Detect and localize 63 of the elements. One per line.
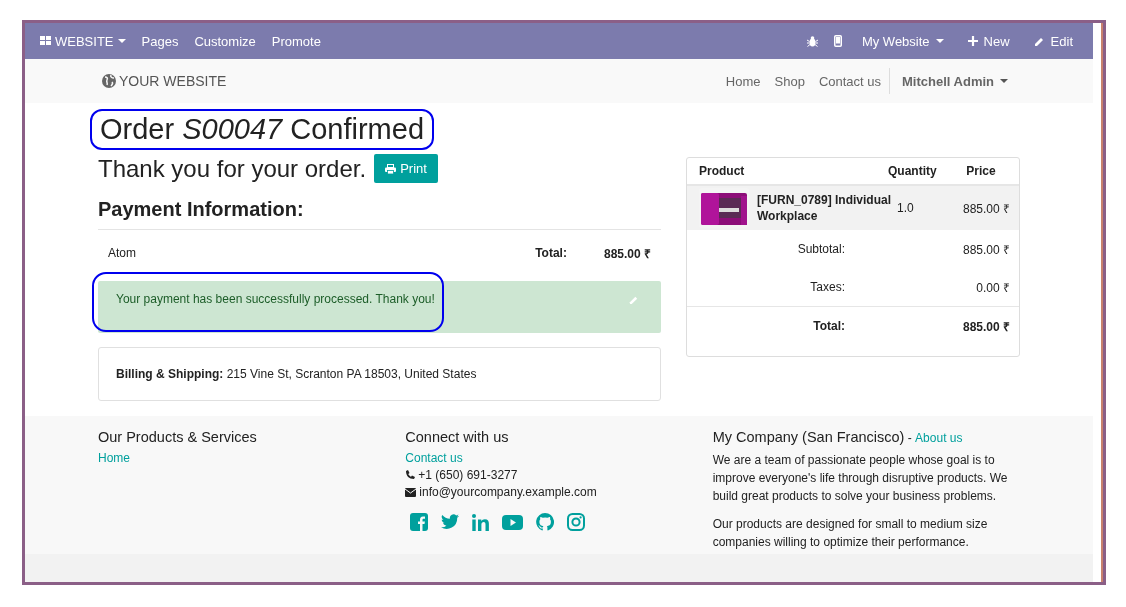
- linkedin-icon[interactable]: [472, 513, 490, 531]
- pencil-icon: [1033, 35, 1045, 47]
- app-menu[interactable]: WEBSITE: [32, 23, 134, 59]
- plus-icon: [967, 36, 978, 46]
- youtube-icon[interactable]: [502, 514, 524, 530]
- phone-icon: [833, 35, 842, 47]
- caret-icon: [117, 38, 126, 44]
- caret-icon: [935, 38, 944, 44]
- print-button[interactable]: Print: [374, 154, 438, 183]
- email-address: info@yourcompany.example.com: [419, 485, 597, 499]
- website-switcher[interactable]: My Website: [849, 23, 956, 59]
- menu-item[interactable]: Promote: [263, 23, 329, 59]
- new-button[interactable]: New: [955, 23, 1022, 59]
- caret-icon: [1000, 78, 1008, 84]
- nav-link[interactable]: Shop: [774, 73, 805, 89]
- product-name[interactable]: [FURN_0789] Individual Workplace: [757, 191, 897, 225]
- company-description: Our products are designed for small to medium size companies willing to optimize their performance.: [712, 516, 989, 551]
- company-description: We are a team of passionate people whose goal is to improve everyone's life through disruptive products. We build great products to solve your business problems.: [712, 452, 1009, 505]
- pencil-icon: [629, 295, 639, 305]
- order-title: Order S00047 Confirmed: [90, 109, 434, 150]
- column-header: Quantity: [888, 164, 938, 178]
- footer-link[interactable]: Contact us: [405, 451, 713, 465]
- edit-button[interactable]: Edit: [1021, 23, 1085, 59]
- nav-link[interactable]: Home: [725, 73, 761, 89]
- quantity-cell-text: 1.0: [897, 201, 915, 215]
- footer-link[interactable]: About us: [915, 431, 963, 445]
- billing-address: Billing & Shipping: 215 Vine St, Scranton PA 18503, United States: [116, 367, 477, 381]
- menu-item[interactable]: Pages: [133, 23, 187, 59]
- phone-number: +1 (650) 691-3277: [418, 468, 518, 482]
- bug-icon: [806, 35, 818, 47]
- total-label: Taxes:: [809, 280, 845, 294]
- separator-text: -: [906, 431, 913, 445]
- envelope-icon: [405, 487, 417, 497]
- site-logo[interactable]: YOUR WEBSITE: [101, 73, 227, 89]
- total-label: Subtotal:: [796, 242, 845, 256]
- payment-method: Atom: [108, 246, 136, 260]
- footer-heading: Connect with us: [405, 429, 510, 445]
- price-cell-text: 885.00 ₹: [961, 200, 1011, 217]
- twitter-icon[interactable]: [441, 514, 460, 530]
- nav-link[interactable]: Contact us: [818, 73, 882, 89]
- phone-icon: [405, 470, 416, 480]
- footer-heading: Our Products & Services: [98, 429, 258, 445]
- instagram-icon[interactable]: [567, 513, 586, 531]
- total-amount: 885.00 ₹: [603, 245, 651, 262]
- github-icon[interactable]: [536, 513, 555, 531]
- column-header: Price: [965, 164, 997, 178]
- facebook-icon[interactable]: [410, 513, 429, 531]
- section-heading: Payment Information:: [98, 198, 305, 221]
- printer-icon: [385, 163, 397, 174]
- globe-icon: [101, 73, 117, 89]
- total-amount: 885.00 ₹: [961, 241, 1011, 258]
- total-label: Total:: [812, 319, 845, 333]
- total-amount: 0.00 ₹: [975, 279, 1011, 296]
- total-label: Total:: [535, 246, 567, 260]
- footer-heading: My Company (San Francisco): [712, 429, 905, 445]
- total-amount: 885.00 ₹: [961, 318, 1011, 335]
- success-message: Your payment has been successfully processed. Thank you!: [92, 272, 444, 332]
- menu-item[interactable]: Customize: [186, 23, 264, 59]
- user-menu[interactable]: Mitchell Admin: [896, 72, 1014, 90]
- footer-link[interactable]: Home: [98, 451, 406, 465]
- grid-icon: [40, 36, 51, 46]
- column-header: Product: [698, 164, 746, 178]
- thank-you-text: Thank you for your order.: [98, 154, 367, 183]
